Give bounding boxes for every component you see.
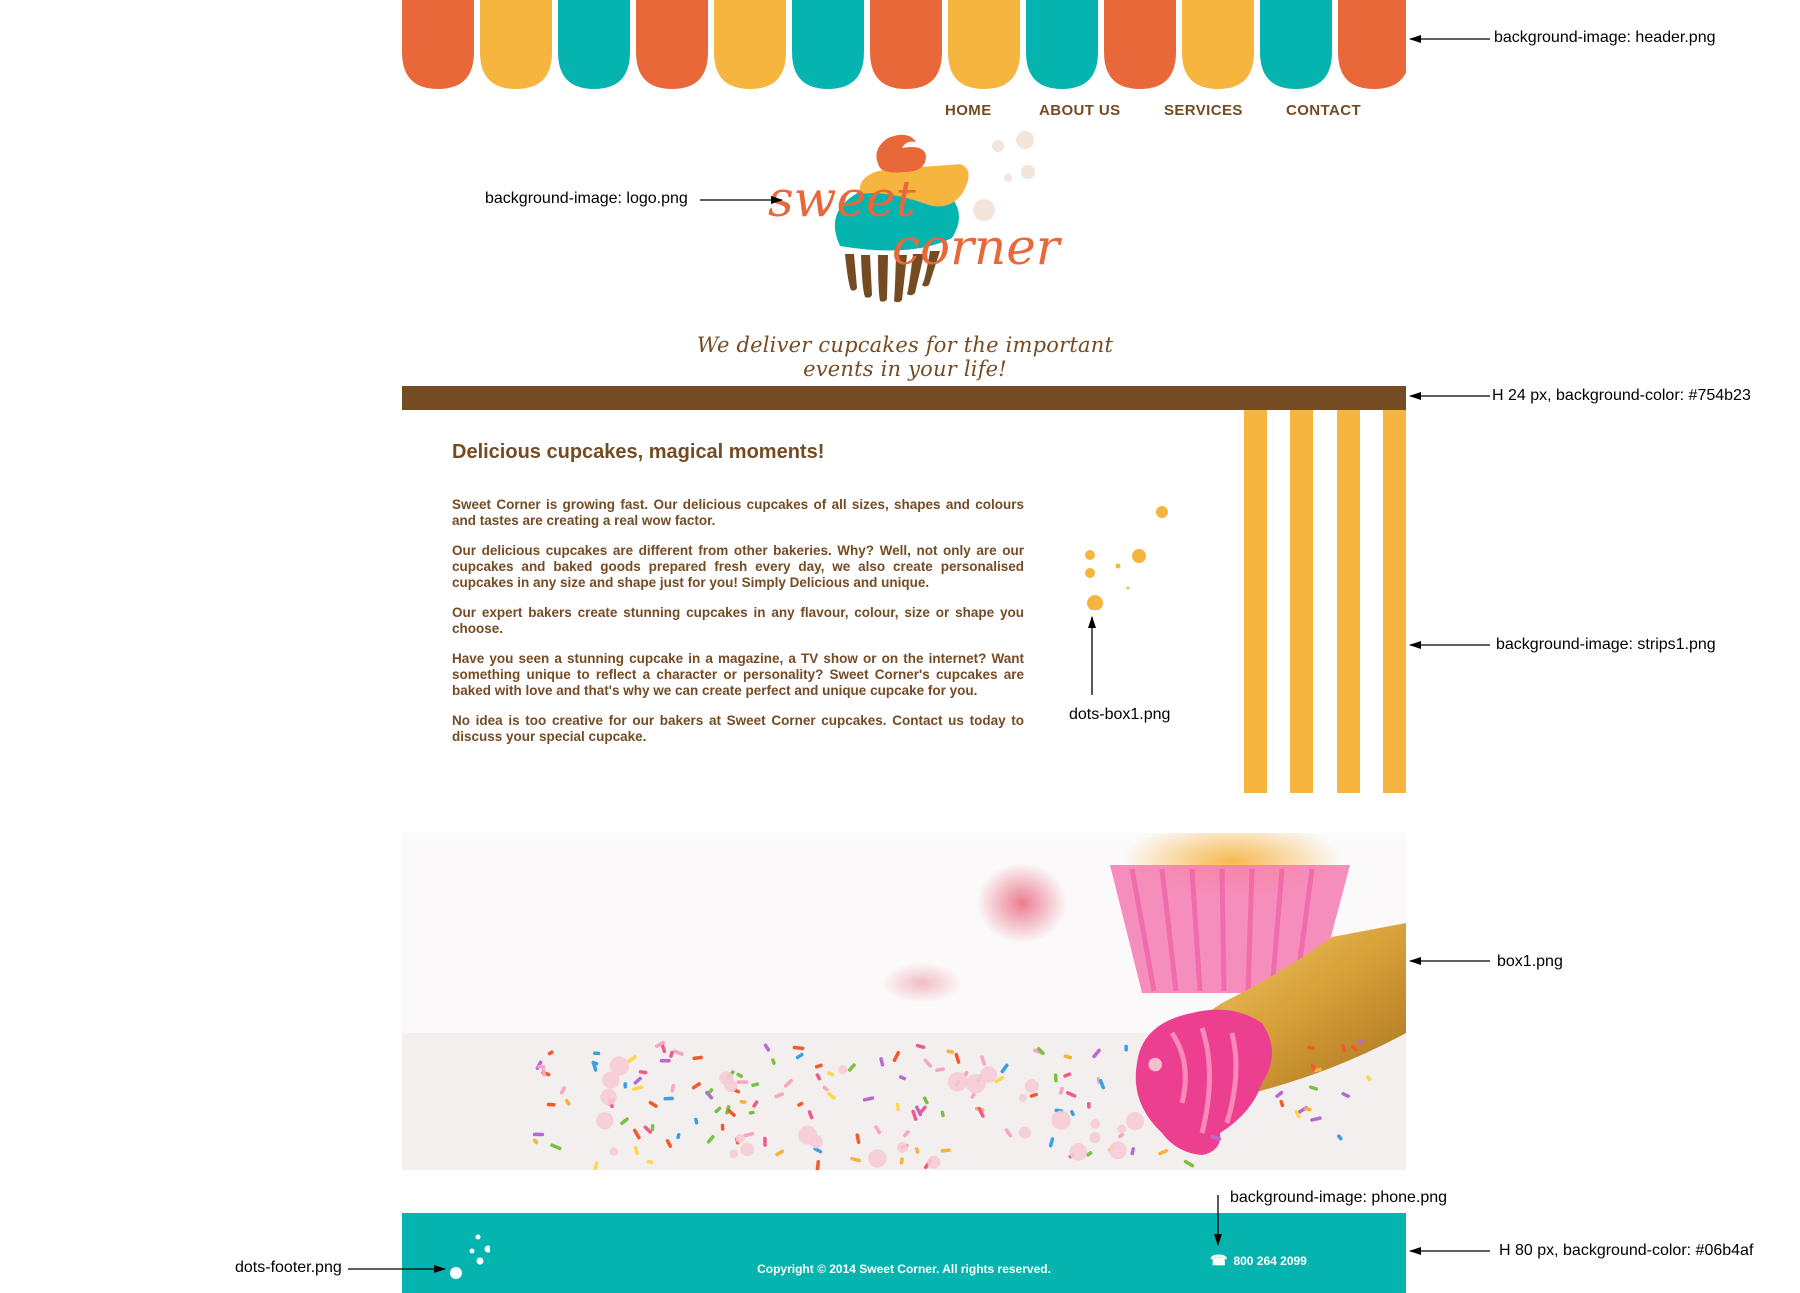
sugar-pearl — [1148, 1057, 1163, 1072]
sugar-pearl — [735, 1133, 745, 1144]
awning-scallop — [558, 0, 630, 89]
awning-scallop — [714, 0, 786, 89]
annotation-dots-footer: dots-footer.png — [235, 1259, 342, 1276]
sugar-pearl — [1018, 1093, 1028, 1102]
content-paragraph: Have you seen a stunning cupcake in a ma… — [452, 651, 1024, 698]
sprinkle — [763, 1136, 767, 1147]
content-paragraph: Sweet Corner is growing fast. Our delici… — [452, 497, 1024, 528]
sprinkle — [736, 1080, 749, 1084]
awning-scallop — [636, 0, 708, 89]
sugar-pearl — [966, 1073, 986, 1094]
awning-scallop — [792, 0, 864, 89]
annotation-phone: background-image: phone.png — [1230, 1189, 1448, 1206]
annotation-brownbar: H 24 px, background-color: #754b23 — [1492, 387, 1751, 404]
sprinkle — [532, 1132, 545, 1137]
sugar-pearl — [947, 1072, 968, 1092]
phone-number-text: 800 264 2099 — [1233, 1254, 1307, 1268]
sugar-pearl — [1024, 1079, 1039, 1094]
awning-scallop — [948, 0, 1020, 89]
sugar-pearl — [602, 1071, 620, 1089]
sugar-pearl — [1089, 1132, 1101, 1144]
sugar-pearl — [897, 1141, 909, 1153]
content-body: Sweet Corner is growing fast. Our delici… — [452, 497, 1024, 759]
stripe — [1337, 410, 1360, 793]
logo[interactable]: sweet corner — [768, 124, 1060, 320]
sugar-pearl — [1051, 1110, 1071, 1130]
nav-home[interactable]: HOME — [945, 102, 992, 119]
sugar-pearl — [798, 1125, 818, 1145]
sprinkle — [1357, 1040, 1364, 1045]
stripe — [1383, 410, 1406, 793]
sugar-pearl — [1090, 1118, 1101, 1129]
annotation-strips: background-image: strips1.png — [1496, 636, 1716, 653]
sugar-pearl — [729, 1149, 739, 1159]
sprinkle — [537, 1064, 546, 1069]
sugar-pearl — [596, 1112, 614, 1130]
annotation-footer: H 80 px, background-color: #06b4af — [1499, 1242, 1754, 1259]
awning-scallop — [1182, 0, 1254, 89]
phone-icon: ☎ — [1210, 1252, 1228, 1268]
sugar-pearl — [600, 1088, 617, 1106]
annotation-header: background-image: header.png — [1494, 29, 1716, 46]
annotation-dots-box: dots-box1.png — [1069, 706, 1171, 723]
nav-contact[interactable]: CONTACT — [1286, 102, 1361, 119]
sprinkle — [659, 1059, 671, 1063]
sprinkle — [1053, 1073, 1058, 1083]
content-paragraph: Our expert bakers create stunning cupcak… — [452, 605, 1024, 636]
footer: Copyright © 2014 Sweet Corner. All right… — [402, 1213, 1406, 1293]
sugar-pearl — [1126, 1112, 1145, 1131]
brown-bar — [402, 386, 1406, 410]
sprinkle — [650, 1124, 655, 1132]
sprinkle — [663, 1096, 674, 1101]
sugar-pearl — [1108, 1141, 1127, 1160]
logo-word-sweet: sweet — [768, 170, 916, 228]
main-nav: HOME ABOUT US SERVICES CONTACT — [900, 102, 1380, 124]
cupcake-photo — [402, 833, 1406, 1170]
sprinkle — [1124, 1044, 1128, 1052]
sugar-pearl — [838, 1065, 848, 1075]
dots-box — [1085, 506, 1168, 610]
awning-scallop — [1260, 0, 1332, 89]
content-title: Delicious cupcakes, magical moments! — [452, 441, 825, 463]
stripe — [1290, 410, 1313, 793]
awning-scallop — [480, 0, 552, 89]
sprinkle — [546, 1102, 556, 1107]
annotation-logo: background-image: logo.png — [485, 190, 688, 207]
awning-scallop — [402, 0, 474, 89]
awning-scallop — [1338, 0, 1406, 89]
awning-scallop — [870, 0, 942, 89]
sprinkle — [720, 1123, 725, 1131]
annotation-box1: box1.png — [1497, 953, 1563, 970]
sugar-pearl — [927, 1155, 941, 1169]
nav-about-us[interactable]: ABOUT US — [1039, 102, 1121, 119]
logo-word-corner: corner — [892, 218, 1060, 276]
sprinkle — [623, 1082, 628, 1089]
awning-scallop — [1104, 0, 1176, 89]
tagline: We deliver cupcakes for the important ev… — [696, 333, 1114, 381]
awning-scallop — [1026, 0, 1098, 89]
sugar-pearl — [1117, 1124, 1127, 1134]
sugar-pearl — [719, 1071, 734, 1086]
sugar-pearl — [1069, 1143, 1088, 1161]
header-awning — [402, 0, 1406, 89]
stripe — [1244, 410, 1267, 793]
sprinkle — [739, 1100, 747, 1104]
content-paragraph: No idea is too creative for our bakers a… — [452, 713, 1024, 744]
phone-number[interactable]: ☎ 800 264 2099 — [1210, 1252, 1307, 1269]
sprinkle — [593, 1051, 601, 1056]
stripes — [1244, 410, 1406, 793]
sugar-pearl — [868, 1149, 887, 1168]
sprinkle — [1086, 1102, 1091, 1109]
nav-services[interactable]: SERVICES — [1164, 102, 1243, 119]
sugar-pearl — [740, 1142, 755, 1157]
sugar-pearl — [609, 1147, 619, 1156]
sugar-pearl — [1018, 1126, 1031, 1139]
content-paragraph: Our delicious cupcakes are different fro… — [452, 543, 1024, 590]
